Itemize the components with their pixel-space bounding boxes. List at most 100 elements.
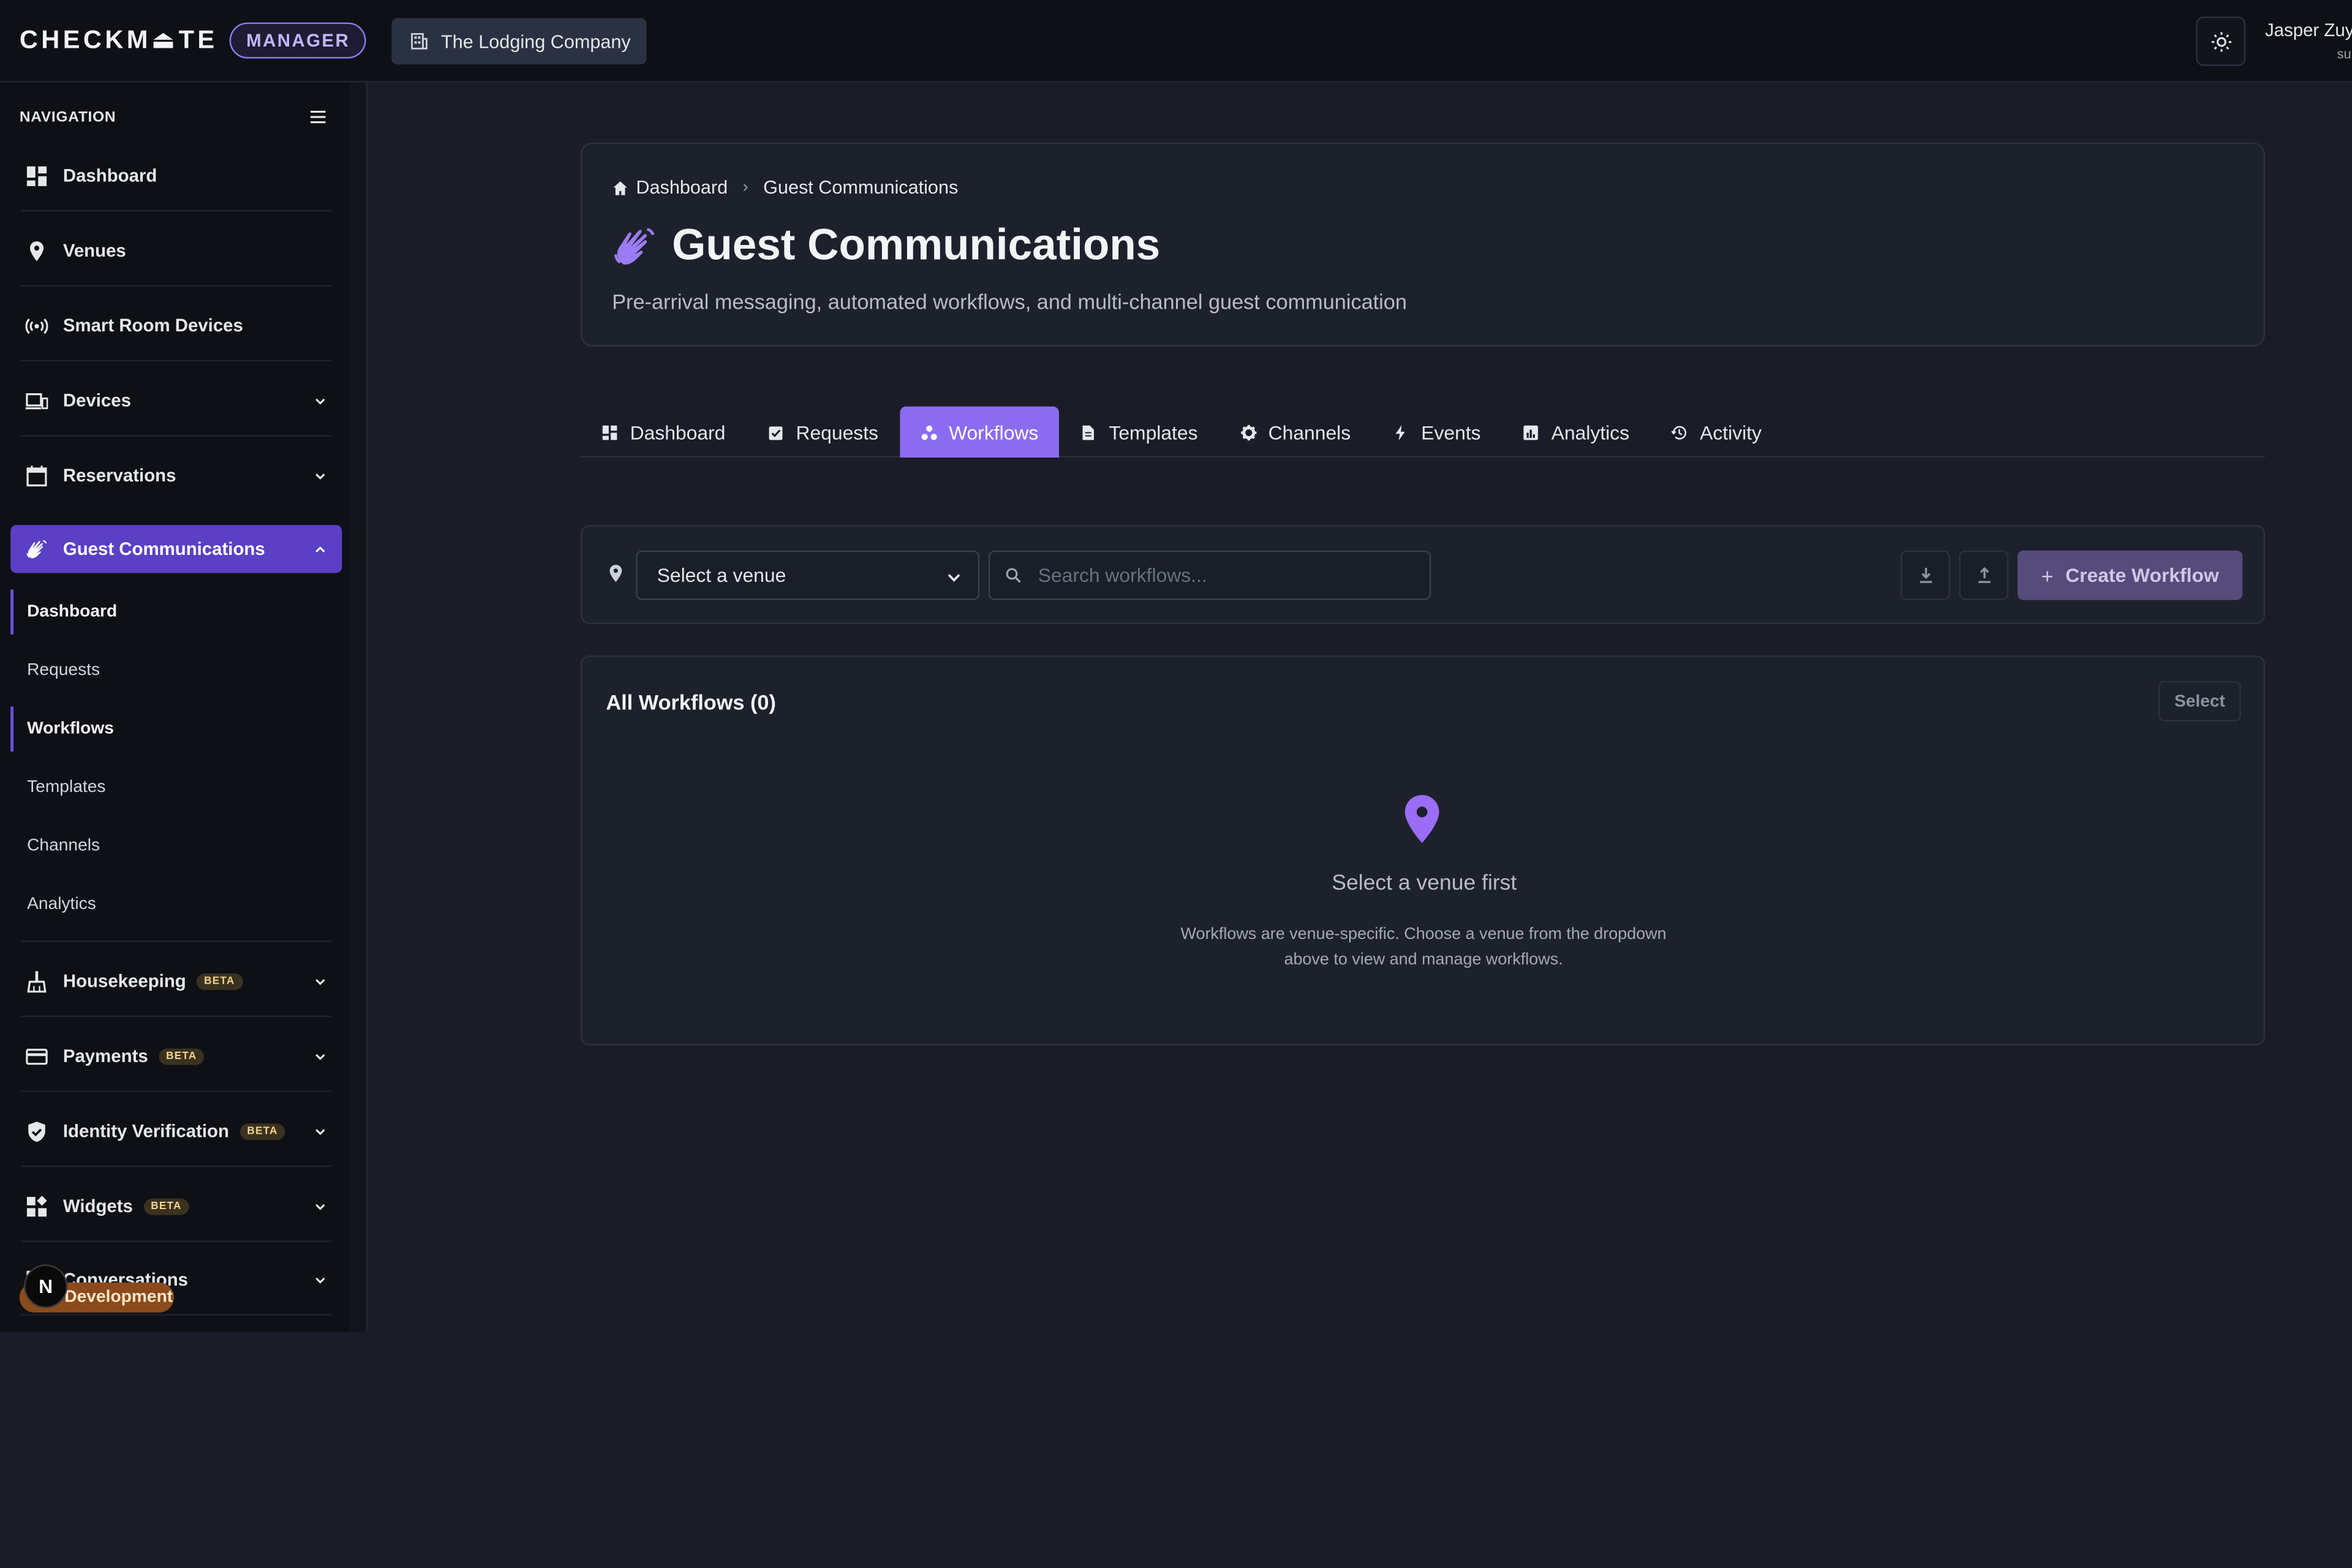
active-marker	[10, 706, 14, 752]
breadcrumb-dashboard[interactable]: Dashboard	[636, 177, 728, 198]
sidebar: NAVIGATION Dashboard Venues Smart Room D…	[0, 82, 368, 1332]
divider	[21, 1015, 332, 1017]
sidebar-item-widgets[interactable]: Widgets BETA	[10, 1182, 342, 1230]
sidebar-item-smart-room-devices[interactable]: Smart Room Devices	[10, 301, 342, 349]
sidebar-item-devices[interactable]: Devices	[10, 377, 342, 424]
tab-templates[interactable]: Templates	[1060, 407, 1219, 458]
export-button[interactable]	[1900, 550, 1950, 600]
wave-hand-icon	[614, 227, 655, 264]
chevron-down-icon	[315, 1203, 325, 1210]
sidebar-item-dashboard[interactable]: Dashboard	[10, 151, 342, 199]
sidebar-subitem-label: Workflows	[27, 720, 114, 738]
breadcrumb-separator: ›	[742, 178, 748, 197]
sidebar-subitem-workflows[interactable]: Workflows	[10, 706, 342, 752]
create-workflow-button[interactable]: + Create Workflow	[2017, 550, 2243, 600]
divider	[21, 360, 332, 362]
chart-icon	[1523, 424, 1539, 440]
sidebar-subitem-channels[interactable]: Channels	[10, 824, 342, 869]
sidebar-subitem-analytics[interactable]: Analytics	[10, 882, 342, 927]
tab-label: Workflows	[949, 420, 1039, 443]
sidebar-subitem-dashboard[interactable]: Dashboard	[10, 589, 342, 635]
tab-activity[interactable]: Activity	[1650, 407, 1782, 458]
beta-badge: BETA	[143, 1197, 189, 1215]
home-icon	[613, 180, 627, 195]
active-marker	[10, 589, 14, 635]
chevron-down-icon	[315, 472, 325, 479]
sidebar-item-label: Payments	[62, 1045, 148, 1067]
chevron-down-icon	[315, 1276, 325, 1283]
sidebar-item-housekeeping[interactable]: Housekeeping BETA	[10, 957, 342, 1005]
sidebar-item-label: Dashboard	[62, 165, 157, 186]
venue-select-value: Select a venue	[657, 564, 786, 587]
history-icon	[1672, 425, 1687, 439]
venue-select[interactable]: Select a venue	[636, 550, 980, 600]
title-row: Guest Communications	[612, 222, 1160, 271]
tab-requests[interactable]: Requests	[747, 407, 900, 458]
navigation-heading: NAVIGATION	[19, 109, 116, 126]
tab-label: Templates	[1109, 420, 1198, 443]
workflows-title: All Workflows (0)	[606, 690, 776, 714]
tab-label: Activity	[1700, 420, 1762, 443]
tab-label: Dashboard	[630, 420, 726, 443]
upload-icon	[1978, 567, 1990, 583]
tab-channels[interactable]: Channels	[1219, 407, 1372, 458]
chevron-down-icon	[315, 398, 325, 404]
breadcrumb: Dashboard › Guest Communications	[612, 177, 958, 198]
nextjs-logo-icon[interactable]: N	[24, 1264, 68, 1308]
sidebar-item-reservations[interactable]: Reservations	[10, 451, 342, 499]
tab-analytics[interactable]: Analytics	[1502, 407, 1651, 458]
menu-icon[interactable]	[309, 110, 326, 124]
workflow-icon	[921, 424, 937, 440]
user-role: su	[2337, 46, 2351, 62]
import-button[interactable]	[1959, 550, 2009, 600]
tab-label: Requests	[796, 420, 878, 443]
sidebar-subitem-templates[interactable]: Templates	[10, 765, 342, 810]
divider	[21, 1240, 332, 1242]
sidebar-subitem-label: Channels	[27, 837, 100, 855]
building-icon	[411, 33, 428, 50]
tab-label: Events	[1421, 420, 1481, 443]
search-box	[988, 550, 1431, 600]
divider	[21, 285, 332, 287]
sidebar-item-venues[interactable]: Venues	[10, 227, 342, 274]
sidebar-subitem-requests[interactable]: Requests	[10, 648, 342, 693]
devices-icon	[25, 392, 48, 409]
sidebar-item-label: Venues	[62, 239, 126, 262]
divider	[21, 435, 332, 437]
gear-icon	[1240, 424, 1256, 440]
chevron-up-icon	[315, 545, 325, 552]
divider	[21, 940, 332, 942]
tab-workflows[interactable]: Workflows	[899, 406, 1060, 458]
empty-state-title: Select a venue first	[1332, 871, 1517, 896]
chevron-down-icon	[315, 1053, 325, 1060]
divider	[21, 1090, 332, 1092]
theme-toggle-button[interactable]	[2196, 16, 2246, 66]
search-input[interactable]	[1038, 564, 1413, 587]
top-bar: CHECKM⏏TE MANAGER The Lodging Company Ja…	[0, 0, 2352, 83]
page-header: Dashboard › Guest Communications Guest C…	[580, 142, 2265, 347]
sidebar-item-guest-communications[interactable]: Guest Communications	[10, 525, 342, 573]
search-icon	[1006, 568, 1021, 583]
tab-dashboard[interactable]: Dashboard	[581, 407, 747, 458]
signal-icon	[25, 317, 48, 334]
breadcrumb-current: Guest Communications	[763, 176, 959, 198]
sidebar-subitem-label: Requests	[27, 662, 100, 680]
brand-logo[interactable]: CHECKM⏏TE	[20, 26, 218, 56]
select-button[interactable]: Select	[2158, 680, 2241, 722]
sun-icon	[2211, 31, 2231, 51]
shield-icon	[28, 1121, 45, 1142]
chevron-down-icon	[948, 574, 960, 582]
broom-icon	[27, 970, 47, 992]
sidebar-item-label: Widgets	[62, 1195, 133, 1217]
user-name[interactable]: Jasper Zuyd	[2265, 20, 2352, 40]
bolt-icon	[1396, 424, 1406, 440]
manager-badge: MANAGER	[230, 22, 367, 59]
sidebar-item-label: Smart Room Devices	[62, 315, 243, 336]
organization-selector[interactable]: The Lodging Company	[391, 18, 647, 65]
calendar-icon	[26, 465, 47, 486]
organization-name: The Lodging Company	[441, 31, 631, 52]
sidebar-item-identity-verification[interactable]: Identity Verification BETA	[10, 1107, 342, 1155]
sidebar-item-payments[interactable]: Payments BETA	[10, 1032, 342, 1080]
tab-events[interactable]: Events	[1371, 407, 1501, 458]
sidebar-scrollbar[interactable]	[349, 82, 366, 1332]
